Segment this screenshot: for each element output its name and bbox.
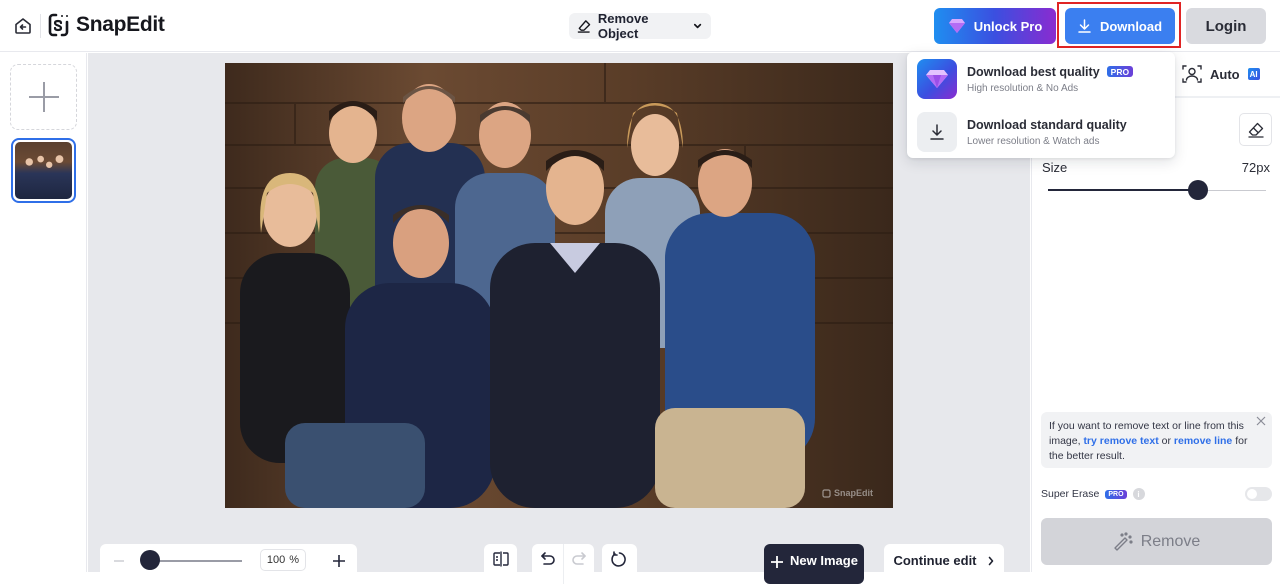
zoom-controls: 100 % (100, 544, 357, 584)
download-best-subtitle: High resolution & No Ads (967, 82, 1079, 94)
new-image-label: New Image (790, 553, 858, 568)
tip-text-middle: or (1158, 435, 1174, 447)
brush-size-handle[interactable] (1188, 180, 1209, 200)
ai-badge: AI (1247, 68, 1260, 80)
tip-box: If you want to remove text or line from … (1041, 412, 1272, 468)
pro-diamond-tile (917, 59, 957, 99)
compare-icon (492, 551, 509, 567)
tip-close-button[interactable] (1255, 415, 1267, 427)
magic-wand-icon (1114, 531, 1133, 551)
compare-button[interactable] (484, 544, 517, 584)
remove-label: Remove (1140, 532, 1201, 550)
unlock-pro-label: Unlock Pro (973, 18, 1043, 34)
zoom-in-button[interactable] (328, 550, 350, 572)
thumbnail-image (15, 142, 72, 199)
new-image-button[interactable]: New Image (764, 544, 864, 584)
eraser-icon (577, 20, 591, 33)
download-tile (917, 112, 957, 152)
remove-button[interactable]: Remove (1041, 518, 1272, 565)
photo-illustration (225, 63, 893, 508)
super-erase-toggle[interactable] (1245, 487, 1272, 501)
super-erase-label: Super Erase (1041, 488, 1100, 500)
plus-icon (28, 82, 59, 112)
download-standard-subtitle: Lower resolution & Watch ads (967, 135, 1100, 147)
minus-icon (114, 560, 124, 562)
undo-redo-group (532, 544, 594, 584)
face-scan-icon (1182, 65, 1202, 83)
zoom-slider-handle[interactable] (140, 550, 160, 570)
tab-auto[interactable]: Auto AI (1182, 64, 1260, 84)
redo-icon (572, 552, 586, 565)
download-best-title: Download best quality (967, 64, 1100, 79)
remove-line-link[interactable]: remove line (1174, 435, 1232, 447)
size-label: Size (1042, 160, 1068, 175)
download-button[interactable]: Download (1065, 8, 1175, 44)
zoom-value: 100 (266, 554, 286, 566)
watermark-text: SnapEdit (833, 488, 873, 498)
eraser-tool-button[interactable] (1239, 113, 1272, 146)
zoom-unit: % (289, 554, 300, 566)
image-list-rail (0, 53, 87, 572)
reset-button[interactable] (602, 544, 637, 584)
logo[interactable]: SnapEdit (48, 13, 165, 37)
eraser-icon (1247, 122, 1264, 138)
pro-badge: PRO (1106, 66, 1134, 77)
unlock-pro-button[interactable]: Unlock Pro (934, 8, 1056, 44)
download-icon (1078, 19, 1091, 33)
continue-edit-label: Continue edit (893, 553, 977, 568)
diamond-icon (926, 70, 948, 88)
add-image-button[interactable] (10, 64, 77, 130)
size-value: 72px (1241, 160, 1270, 175)
image-thumbnail[interactable] (11, 138, 76, 203)
header-divider (40, 14, 41, 38)
download-best-quality-option[interactable]: Download best quality PRO High resolution… (917, 58, 1167, 100)
reset-icon (611, 551, 626, 567)
watermark: SnapEdit (822, 488, 873, 498)
snapedit-logo-icon (48, 13, 69, 37)
home-back-icon (15, 18, 31, 34)
zoom-out-button[interactable] (110, 552, 128, 570)
chevron-right-icon (988, 556, 993, 566)
close-icon (1256, 416, 1266, 426)
redo-button[interactable] (563, 544, 594, 584)
editing-photo[interactable]: SnapEdit (225, 63, 893, 508)
continue-edit-button[interactable]: Continue edit (884, 544, 1004, 584)
plus-icon (333, 555, 345, 567)
brush-size-fill (1048, 189, 1199, 191)
zoom-value-field[interactable]: 100 % (260, 549, 306, 571)
zoom-slider-track[interactable] (150, 560, 242, 562)
download-menu: Download best quality PRO High resolution… (907, 52, 1175, 158)
download-icon (930, 124, 944, 140)
tool-select-label: Remove Object (597, 11, 649, 41)
chevron-down-icon (693, 23, 702, 29)
back-button[interactable] (12, 15, 34, 37)
watermark-logo-icon (822, 488, 831, 498)
pro-badge: PRO (1105, 489, 1127, 499)
info-icon[interactable]: i (1132, 488, 1145, 500)
top-bar: SnapEdit Remove Object Unlock Pro Downlo… (0, 0, 1280, 52)
super-erase-row: Super Erase PRO i (1041, 486, 1272, 502)
canvas-area: SnapEdit 100 % New Image Continue edit (88, 53, 1030, 584)
undo-icon (540, 552, 555, 565)
login-button[interactable]: Login (1186, 8, 1266, 44)
download-standard-title: Download standard quality (967, 117, 1127, 132)
diamond-icon (948, 19, 965, 33)
app-name: SnapEdit (76, 13, 165, 36)
tool-select-dropdown[interactable]: Remove Object (569, 11, 711, 41)
plus-icon (771, 556, 784, 568)
undo-button[interactable] (532, 544, 563, 584)
try-remove-text-link[interactable]: try remove text (1083, 435, 1158, 447)
tab-auto-label: Auto (1210, 66, 1240, 82)
download-label: Download (1099, 18, 1163, 34)
download-standard-quality-option[interactable]: Download standard quality Lower resoluti… (917, 111, 1167, 153)
